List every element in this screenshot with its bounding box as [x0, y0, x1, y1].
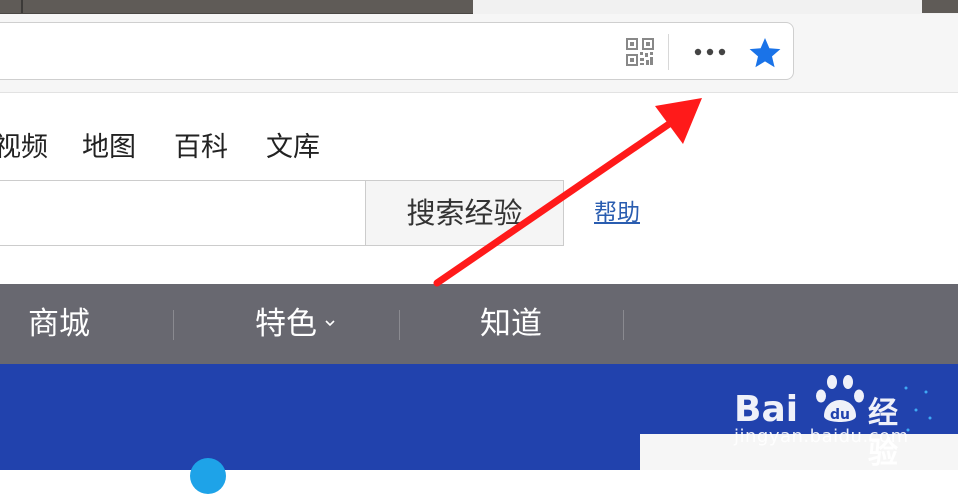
- category-nav-bar: 商城 特色 知道: [0, 284, 958, 364]
- nav-link-video[interactable]: 视频: [0, 128, 48, 168]
- address-bar[interactable]: [0, 22, 794, 80]
- logo-url: jingyan.baidu.com: [734, 426, 909, 447]
- nav-item-featured[interactable]: 特色: [255, 284, 335, 364]
- chevron-down-icon: [325, 320, 335, 327]
- nav-link-baike[interactable]: 百科: [174, 128, 228, 168]
- nav-item-zhidao-label: 知道: [480, 306, 542, 342]
- browser-tab[interactable]: [0, 0, 473, 15]
- help-link[interactable]: 帮助: [594, 198, 640, 228]
- tab-separator: [21, 0, 23, 13]
- nav-separator: [399, 310, 400, 340]
- nav-item-zhidao[interactable]: 知道: [480, 284, 542, 364]
- address-bar-divider: [668, 34, 669, 70]
- nav-separator: [173, 310, 174, 340]
- more-icon[interactable]: [690, 37, 730, 67]
- nav-separator: [623, 310, 624, 340]
- logo-text-bai: Bai: [734, 389, 799, 430]
- search-button[interactable]: 搜索经验: [365, 180, 564, 246]
- search-input[interactable]: [0, 180, 366, 246]
- banner-decoration-circle: [190, 458, 226, 494]
- nav-link-map[interactable]: 地图: [82, 128, 136, 168]
- qr-code-icon[interactable]: [626, 38, 654, 66]
- nav-item-mall[interactable]: 商城: [28, 284, 90, 364]
- logo-text-du: du: [830, 407, 850, 423]
- baidu-jingyan-logo: Bai du 经验 jingyan.baidu.com: [734, 366, 924, 471]
- browser-tab-right[interactable]: [922, 0, 958, 13]
- star-icon[interactable]: [748, 36, 782, 70]
- nav-item-featured-label: 特色: [255, 306, 317, 342]
- nav-link-wenku[interactable]: 文库: [266, 128, 320, 168]
- nav-item-mall-label: 商城: [28, 306, 90, 342]
- paw-logo-icon: du: [816, 375, 864, 423]
